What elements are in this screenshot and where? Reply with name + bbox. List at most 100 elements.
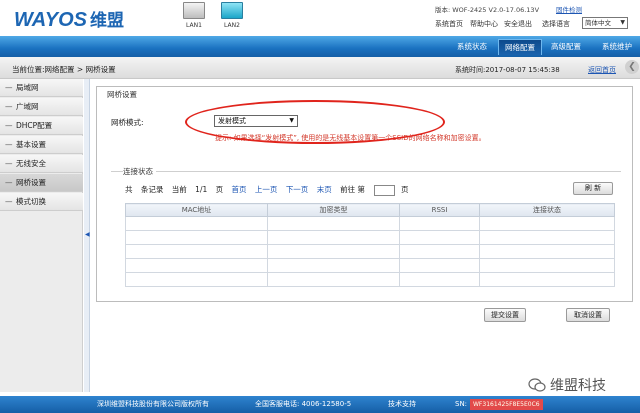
table-cell [399,230,480,245]
dash-icon: — [5,83,13,92]
table-cell [399,272,480,287]
sidebar-item-basic-settings[interactable]: — 基本设置 [0,136,83,154]
table-cell [267,244,400,259]
lan1-label: LAN1 [186,22,202,29]
language-select[interactable]: 简体中文 ▼ [582,17,628,29]
bridge-settings-panel: 网桥设置 网桥模式: 发射模式 ▼ 提示: 如果选择“发射模式”, 使用的是无线基… [96,86,633,302]
pager-total: 共 [125,185,133,194]
watermark: 维盟科技 [528,375,606,395]
table-cell [267,258,400,273]
lan2-label: LAN2 [224,22,240,29]
submit-settings-button[interactable]: 提交设置 [484,308,526,322]
page-number-input[interactable] [373,184,395,196]
pager-goto-label: 前往 第 [340,185,365,194]
dash-icon: — [5,159,13,168]
dash-icon: — [5,121,13,130]
lan1-port-indicator: LAN1 [181,2,207,29]
logout-link[interactable]: 安全退出 [504,19,532,29]
footer: 深圳维盟科技股份有限公司版权所有 全国客服电话: 4006-12580-5 技术… [0,396,640,413]
system-home-link[interactable]: 系统首页 [435,19,463,29]
table-row [125,244,615,259]
table-cell [479,216,615,231]
pager-current: 当前 [171,185,187,194]
sidebar-item-wireless-security[interactable]: — 无线安全 [0,155,83,173]
table-cell [399,216,480,231]
pager-records: 条记录 [140,185,164,194]
table-row [125,272,615,287]
system-time: 系统时间:2017-08-07 15:45:38 [455,66,560,74]
table-cell [125,258,268,273]
sidebar-item-mode-switch[interactable]: — 模式切换 [0,193,83,211]
table-cell [479,244,615,259]
connection-table: MAC地址 加密类型 RSSI 连接状态 [125,203,615,287]
firmware-check-link[interactable]: 固件检测 [556,4,582,14]
help-center-link[interactable]: 帮助中心 [470,19,498,29]
tab-system-status[interactable]: 系统状态 [449,39,495,55]
table-row [125,216,615,231]
pager-prev-link[interactable]: 上一页 [255,185,278,194]
header: WAYOS 维盟 LAN1 LAN2 版本: WOF-2425 V2.0-17.0… [0,0,640,36]
wechat-icon [528,378,546,392]
refresh-button[interactable]: 刷 新 [573,182,613,195]
section-title: 网桥设置 [107,90,137,99]
column-header-status: 连接状态 [479,203,615,217]
dash-icon: — [5,140,13,149]
back-home-link[interactable]: 返回首页 [588,65,616,75]
footer-serial-number: WF3161425F8E5E0C6 [470,399,543,410]
table-cell [125,244,268,259]
breadcrumb: 当前位置:网络配置 > 网桥设置 [12,65,116,74]
column-header-encryption: 加密类型 [267,203,400,217]
pager: 共 条记录 当前 1/1 页 首页 上一页 下一页 末页 前往 第 页 [125,184,414,196]
table-cell [399,244,480,259]
bridge-mode-label: 网桥模式: [111,118,144,127]
back-arrow-icon[interactable]: ❮ [625,60,639,74]
dash-icon: — [5,197,13,206]
column-header-mac: MAC地址 [125,203,268,217]
table-cell [125,230,268,245]
pager-next-link[interactable]: 下一页 [286,185,309,194]
pager-last-link[interactable]: 末页 [317,185,332,194]
connection-status-title: 连接状态 [123,166,156,177]
language-label: 选择语言 [542,20,570,28]
pager-first-link[interactable]: 首页 [232,185,247,194]
sidebar-item-lan[interactable]: — 局域网 [0,79,83,97]
lan2-port-indicator: LAN2 [219,2,245,29]
main-nav: 系统状态 网络配置 高级配置 系统维护 [0,36,640,57]
footer-sn-label: SN: [455,400,468,408]
column-header-rssi: RSSI [399,203,480,217]
annotation-highlight-oval [185,100,445,144]
sidebar-item-dhcp[interactable]: — DHCP配置 [0,117,83,135]
sidebar-item-bridge-settings[interactable]: — 网桥设置 [0,174,83,192]
sidebar-item-wan[interactable]: — 广域网 [0,98,83,116]
wayos-logo: WAYOS 维盟 [14,9,124,31]
dash-icon: — [5,102,13,111]
table-cell [267,230,400,245]
table-cell [479,258,615,273]
pager-page: 页 [215,185,224,194]
cancel-settings-button[interactable]: 取消设置 [566,308,610,322]
sidebar: — 局域网 — 广域网 — DHCP配置 — 基本设置 — 无线安全 — 网桥设置 — 模式切… [0,79,83,392]
table-cell [267,272,400,287]
table-cell [125,216,268,231]
footer-phone: 全国客服电话: 4006-12580-5 [255,400,352,408]
table-cell [479,272,615,287]
table-row [125,230,615,245]
footer-support-link[interactable]: 技术支持 [388,396,416,413]
tab-advanced-config[interactable]: 高级配置 [545,39,587,55]
table-header-row: MAC地址 加密类型 RSSI 连接状态 [125,203,615,217]
table-cell [399,258,480,273]
chevron-down-icon: ▼ [620,19,625,26]
dash-icon: — [5,178,13,187]
firmware-version: 版本: WOF-2425 V2.0-17.06.13V [435,6,540,14]
pager-page-info: 1/1 [195,185,208,194]
tab-system-maintenance[interactable]: 系统维护 [594,39,640,55]
table-cell [267,216,400,231]
lan2-port-icon [221,2,243,19]
tab-network-config[interactable]: 网络配置 [498,39,542,55]
lan1-port-icon [183,2,205,19]
collapse-arrow-icon[interactable]: ◀ [85,231,90,238]
status-row: 当前位置:网络配置 > 网桥设置 系统时间:2017-08-07 15:45:3… [0,57,640,79]
table-cell [125,272,268,287]
section-divider [111,171,621,172]
table-row [125,258,615,273]
